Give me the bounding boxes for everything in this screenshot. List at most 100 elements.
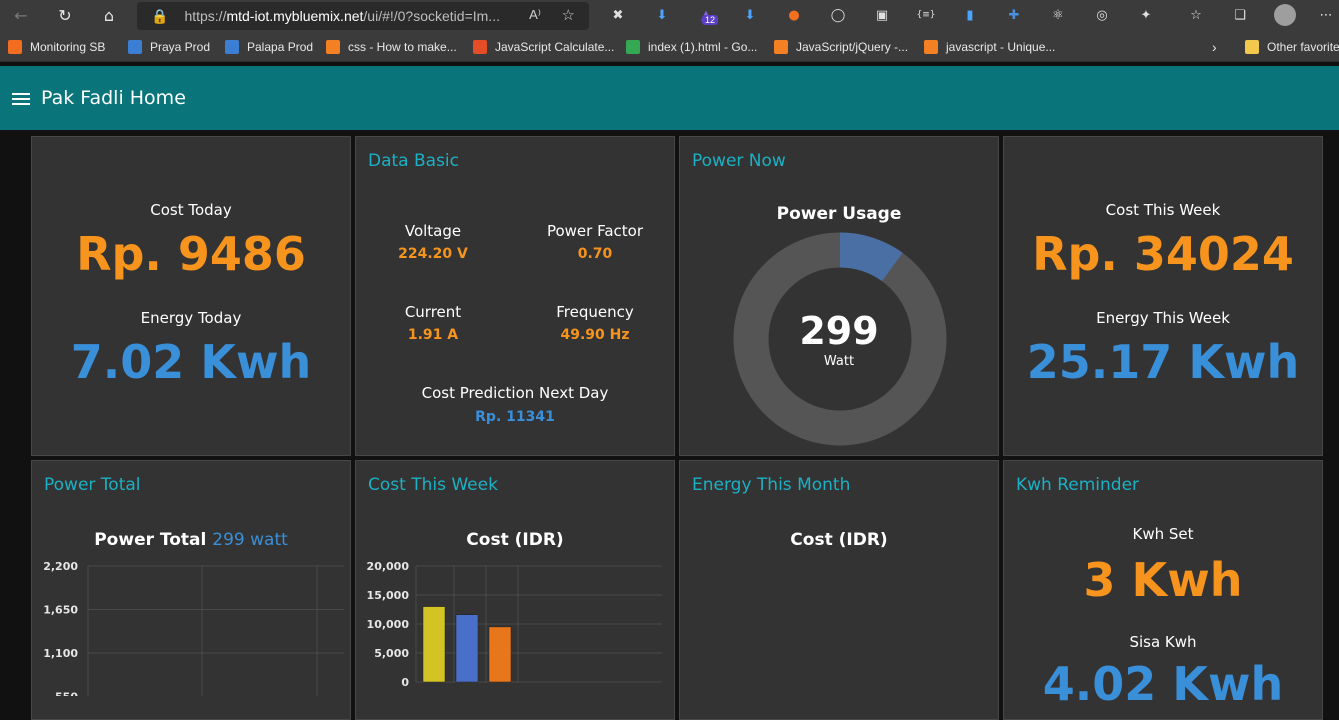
bookmark-icon (326, 40, 340, 54)
y-tick-label: 2,200 (43, 560, 78, 573)
card-title: Power Total (44, 475, 141, 495)
card-title: Power Now (692, 151, 786, 171)
react-extension-icon[interactable]: ⚛ (1048, 5, 1068, 25)
cost-today-card: Cost Today Rp. 9486 Energy Today 7.02 Kw… (31, 136, 351, 456)
data-basic-card: Data Basic Voltage 224.20 V Power Factor… (355, 136, 675, 456)
read-aloud-icon[interactable]: A⁾ (529, 7, 541, 23)
plus-extension-icon[interactable]: ✚ (1004, 5, 1024, 25)
cost-bar-chart: 20,000 15,000 10,000 5,000 0 (367, 560, 662, 689)
url-prefix: https:// (184, 8, 227, 24)
bookmark-label: JavaScript/jQuery -... (796, 40, 909, 54)
fire-extension-icon[interactable]: ● (784, 5, 804, 25)
bookmark-item[interactable]: Praya Prod (128, 39, 210, 55)
add-favorite-icon[interactable]: ☆ (562, 6, 575, 24)
frequency-label: Frequency (556, 303, 634, 321)
bookmark-label: javascript - Unique... (946, 40, 1056, 54)
bookmark-icon (473, 40, 487, 54)
bookmark-item[interactable]: JavaScript/jQuery -... (774, 39, 908, 55)
power-factor-label: Power Factor (546, 222, 644, 240)
profile-avatar[interactable] (1274, 4, 1296, 26)
json-extension-icon[interactable]: {≡} (916, 5, 936, 25)
bookmark-icon (924, 40, 938, 54)
sisa-kwh-value: 4.02 Kwh (1042, 657, 1284, 711)
bookmark-icon (774, 40, 788, 54)
cost-week-label: Cost This Week (1105, 201, 1221, 219)
y-tick-label: 10,000 (367, 618, 410, 631)
bookmark-item[interactable]: JavaScript Calculate... (473, 39, 614, 55)
bookmarks-overflow-icon[interactable]: › (1212, 39, 1217, 55)
kwh-set-value: 3 Kwh (1083, 553, 1243, 607)
bookmark-icon (626, 40, 640, 54)
energy-week-label: Energy This Week (1096, 309, 1230, 327)
lock-icon: 🔒 (151, 7, 169, 24)
current-cell: Current 1.91 A (356, 303, 513, 343)
bar (488, 626, 512, 683)
other-favorites-label: Other favorite (1267, 40, 1339, 54)
window-extension-icon[interactable]: ▣ (872, 5, 892, 25)
bookmark-icon (8, 40, 22, 54)
energy-today-label: Energy Today (140, 309, 242, 327)
bar (455, 614, 479, 683)
chart-title: Power Total 299 watt (32, 530, 350, 550)
target-extension-icon[interactable]: ◎ (1092, 5, 1112, 25)
download-extension-icon[interactable]: ⬇ (652, 5, 672, 25)
extension-badge: 12 (702, 15, 719, 25)
y-tick-label: 1,650 (43, 604, 78, 617)
cost-this-week-card: Cost This Week Cost (IDR) 20,000 15,000 10… (355, 460, 675, 720)
y-tick-label: 550 (55, 691, 78, 697)
bookmarks-bar: Monitoring SB Praya Prod Palapa Prod css… (0, 32, 1339, 62)
extensions-icon[interactable]: ✦ (1136, 5, 1156, 25)
power-total-card: Power Total Power Total 299 watt 2,200 1,… (31, 460, 351, 720)
bookmark-item[interactable]: Palapa Prod (225, 39, 313, 55)
bookmark-item[interactable]: javascript - Unique... (924, 39, 1055, 55)
home-icon[interactable]: ⌂ (98, 4, 120, 26)
gauge-unit: Watt (823, 354, 855, 369)
cost-week-card: Cost This Week Rp. 34024 Energy This Wee… (1003, 136, 1323, 456)
frequency-value: 49.90 Hz (560, 327, 630, 343)
bookmark-label: index (1).html - Go... (648, 40, 758, 54)
copy-extension-icon[interactable]: ▮ (960, 5, 980, 25)
energy-week-value: 25.17 Kwh (1026, 335, 1300, 389)
card-title: Data Basic (368, 151, 460, 171)
energy-today-value: 7.02 Kwh (70, 335, 312, 389)
menu-icon[interactable] (12, 93, 30, 105)
chart-title-text: Power Total (94, 530, 207, 550)
bookmark-label: Palapa Prod (247, 40, 314, 54)
collections-icon[interactable]: ❏ (1230, 5, 1250, 25)
energy-month-card: Energy This Month Cost (IDR) (679, 460, 999, 720)
kwh-set-label: Kwh Set (1132, 525, 1194, 543)
refresh-icon[interactable]: ↻ (54, 4, 76, 26)
bookmark-label: Monitoring SB (30, 40, 106, 54)
more-icon[interactable]: ⋯ (1316, 5, 1336, 25)
power-now-card: Power Now Power Usage 299 Watt (679, 136, 999, 456)
url-host: mtd-iot.mybluemix.net (226, 8, 364, 24)
voltage-value: 224.20 V (398, 246, 468, 262)
folder-icon (1245, 40, 1259, 54)
card-title: Cost This Week (368, 475, 498, 495)
y-tick-label: 1,100 (43, 647, 78, 660)
bookmark-item[interactable]: css - How to make... (326, 39, 457, 55)
gauge-title: Power Usage (776, 204, 902, 224)
bookmark-item[interactable]: index (1).html - Go... (626, 39, 757, 55)
power-factor-cell: Power Factor 0.70 (515, 222, 674, 262)
bookmark-item[interactable]: Monitoring SB (8, 39, 105, 55)
cost-week-value: Rp. 34024 (1032, 227, 1294, 281)
favorites-icon[interactable]: ☆ (1186, 5, 1206, 25)
current-label: Current (404, 303, 462, 321)
prediction-label: Cost Prediction Next Day (421, 384, 609, 402)
bookmark-icon (225, 40, 239, 54)
chart-title: Cost (IDR) (466, 530, 564, 550)
shield-extension-icon[interactable]: ◯ (828, 5, 848, 25)
bar (422, 606, 446, 683)
app-header: Pak Fadli Home (0, 66, 1339, 130)
y-tick-label: 0 (401, 676, 409, 689)
address-bar[interactable]: 🔒 https://mtd-iot.mybluemix.net/ui/#!/0?… (137, 2, 589, 30)
url-path: /ui/#!/0?socketid=Im... (363, 8, 500, 24)
frequency-cell: Frequency 49.90 Hz (515, 303, 674, 343)
page-title: Pak Fadli Home (41, 87, 186, 109)
save-extension-icon[interactable]: ⬇ (740, 5, 760, 25)
extension-x-icon[interactable]: ✖ (608, 5, 628, 25)
current-value: 1.91 A (407, 327, 459, 343)
back-icon[interactable]: ← (10, 4, 32, 26)
other-favorites[interactable]: Other favorite (1245, 39, 1339, 55)
